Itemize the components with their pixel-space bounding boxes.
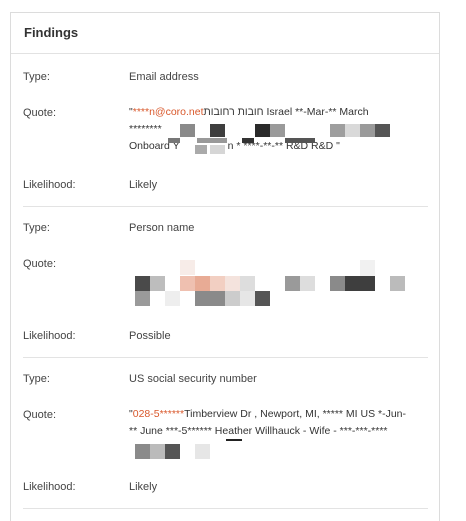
- type-value: Person name: [129, 222, 195, 234]
- panel-title: Findings: [11, 13, 439, 54]
- likelihood-label: Likelihood:: [23, 179, 76, 191]
- likelihood-value: Possible: [129, 330, 171, 342]
- quote-label: Quote:: [23, 258, 57, 270]
- quote-text: "028-5******Timberview Dr , Newport, MI,…: [129, 406, 434, 440]
- quote-rest: חובות רחובות Israel **-Mar-** March: [203, 106, 369, 118]
- divider: [23, 206, 428, 207]
- quote-label: Quote:: [23, 107, 57, 119]
- quote-line: ** June ***-5****** Heather Willhauck - …: [129, 425, 388, 437]
- likelihood-label: Likelihood:: [23, 330, 76, 342]
- divider: [23, 508, 428, 509]
- type-value: Email address: [129, 71, 199, 83]
- likelihood-value: Likely: [129, 179, 158, 191]
- quote-label: Quote:: [23, 409, 57, 421]
- quote-highlight: 028-5******: [132, 408, 185, 420]
- likelihood-value: Likely: [129, 481, 158, 493]
- divider: [23, 357, 428, 358]
- quote-rest: Timberview Dr , Newport, MI, ***** MI US…: [184, 408, 407, 420]
- likelihood-label: Likelihood:: [23, 481, 76, 493]
- type-label: Type:: [23, 222, 50, 234]
- quote-highlight: ****n@coro.net: [132, 106, 204, 118]
- type-label: Type:: [23, 71, 50, 83]
- findings-panel: Findings: [10, 12, 440, 521]
- type-label: Type:: [23, 373, 50, 385]
- type-value: US social security number: [129, 373, 257, 385]
